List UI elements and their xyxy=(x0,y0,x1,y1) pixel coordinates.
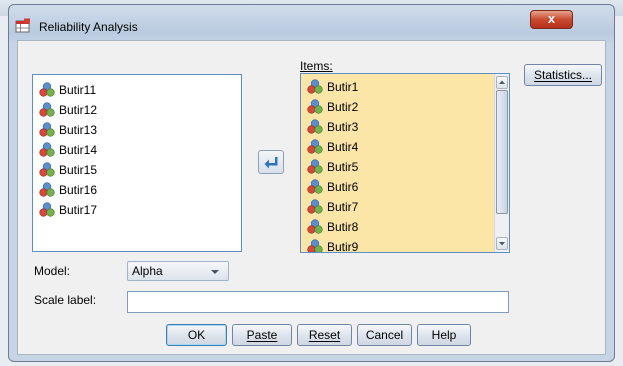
cancel-button-label: Cancel xyxy=(365,328,404,342)
spss-table-icon xyxy=(15,18,30,33)
paste-button[interactable]: Paste xyxy=(232,324,292,346)
variable-name: Butir12 xyxy=(59,103,98,117)
scale-variable-icon xyxy=(39,182,55,197)
variable-name: Butir17 xyxy=(59,203,98,217)
variable-name: Butir8 xyxy=(327,220,359,234)
reset-button-label: Reset xyxy=(308,328,341,342)
scale-variable-icon xyxy=(307,239,323,252)
variable-name: Butir1 xyxy=(327,80,359,94)
variable-name: Butir4 xyxy=(327,140,359,154)
move-variable-button[interactable] xyxy=(258,150,284,174)
chevron-down-icon xyxy=(211,270,219,274)
scale-variable-icon xyxy=(39,122,55,137)
title-bar[interactable]: Reliability Analysis x xyxy=(9,5,614,39)
variable-list-item[interactable]: Butir2 xyxy=(301,97,509,117)
model-label: Model: xyxy=(34,264,71,278)
variable-list-item[interactable]: Butir11 xyxy=(33,80,241,100)
statistics-button-label: Statistics... xyxy=(533,68,592,82)
help-button[interactable]: Help xyxy=(417,324,471,346)
items-variable-list[interactable]: Butir1 Butir2 Butir3 Butir4 Butir5 Butir6 Buti… xyxy=(300,73,510,253)
scroll-up-icon xyxy=(499,80,505,84)
scale-variable-icon xyxy=(307,99,323,114)
variable-name: Butir5 xyxy=(327,160,359,174)
variable-list-item[interactable]: Butir7 xyxy=(301,197,509,217)
scale-variable-icon xyxy=(307,139,323,154)
items-label: Items: xyxy=(300,59,333,73)
variable-list-item[interactable]: Butir15 xyxy=(33,160,241,180)
variable-list-item[interactable]: Butir1 xyxy=(301,77,509,97)
scroll-thumb[interactable] xyxy=(496,90,508,214)
variable-name: Butir13 xyxy=(59,123,98,137)
variable-list-item[interactable]: Butir9 xyxy=(301,237,509,253)
close-icon: x xyxy=(547,11,556,26)
items-scrollbar[interactable] xyxy=(494,74,509,252)
move-arrow-icon xyxy=(264,157,278,169)
reset-button[interactable]: Reset xyxy=(297,324,352,346)
paste-button-label: Paste xyxy=(246,328,278,342)
variable-name: Butir14 xyxy=(59,143,98,157)
dialog-body: Butir11 Butir12 Butir13 Butir14 Butir15 Butir… xyxy=(17,40,606,355)
source-variable-items: Butir11 Butir12 Butir13 Butir14 Butir15 Butir… xyxy=(33,80,241,220)
variable-name: Butir2 xyxy=(327,100,359,114)
scroll-up-button[interactable] xyxy=(496,76,508,89)
scale-variable-icon xyxy=(307,199,323,214)
model-select-value: Alpha xyxy=(132,264,163,278)
variable-list-item[interactable]: Butir3 xyxy=(301,117,509,137)
close-button[interactable]: x xyxy=(530,10,573,29)
statistics-button[interactable]: Statistics... xyxy=(524,64,602,86)
scale-variable-icon xyxy=(39,142,55,157)
scale-label-input[interactable] xyxy=(127,291,509,313)
variable-list-item[interactable]: Butir12 xyxy=(33,100,241,120)
variable-list-item[interactable]: Butir16 xyxy=(33,180,241,200)
scale-variable-icon xyxy=(307,119,323,134)
ok-button[interactable]: OK xyxy=(166,324,227,346)
variable-name: Butir9 xyxy=(327,240,359,253)
help-button-label: Help xyxy=(431,328,457,342)
scale-variable-icon xyxy=(307,79,323,94)
variable-list-item[interactable]: Butir17 xyxy=(33,200,241,220)
items-variable-items: Butir1 Butir2 Butir3 Butir4 Butir5 Butir6 Buti… xyxy=(301,74,509,253)
variable-name: Butir16 xyxy=(59,183,98,197)
reliability-analysis-dialog: Reliability Analysis x Butir11 Butir12 But… xyxy=(8,4,615,362)
scale-variable-icon xyxy=(307,179,323,194)
variable-list-item[interactable]: Butir13 xyxy=(33,120,241,140)
model-select[interactable]: Alpha xyxy=(127,261,229,281)
ok-button-label: OK xyxy=(187,328,206,342)
scale-variable-icon xyxy=(39,82,55,97)
variable-list-item[interactable]: Butir4 xyxy=(301,137,509,157)
scroll-down-icon xyxy=(499,242,505,246)
scale-variable-icon xyxy=(39,102,55,117)
variable-list-item[interactable]: Butir8 xyxy=(301,217,509,237)
scale-variable-icon xyxy=(39,202,55,217)
scale-variable-icon xyxy=(39,162,55,177)
cancel-button[interactable]: Cancel xyxy=(357,324,412,346)
variable-name: Butir6 xyxy=(327,180,359,194)
variable-list-item[interactable]: Butir5 xyxy=(301,157,509,177)
source-variable-list[interactable]: Butir11 Butir12 Butir13 Butir14 Butir15 Butir… xyxy=(32,74,242,252)
scale-variable-icon xyxy=(307,159,323,174)
variable-name: Butir3 xyxy=(327,120,359,134)
window-title: Reliability Analysis xyxy=(39,20,138,34)
variable-list-item[interactable]: Butir14 xyxy=(33,140,241,160)
variable-name: Butir11 xyxy=(59,83,97,97)
variable-name: Butir7 xyxy=(327,200,359,214)
scroll-down-button[interactable] xyxy=(496,237,508,250)
variable-list-item[interactable]: Butir6 xyxy=(301,177,509,197)
scale-variable-icon xyxy=(307,219,323,234)
variable-name: Butir15 xyxy=(59,163,98,177)
scale-label-label: Scale label: xyxy=(34,293,97,307)
